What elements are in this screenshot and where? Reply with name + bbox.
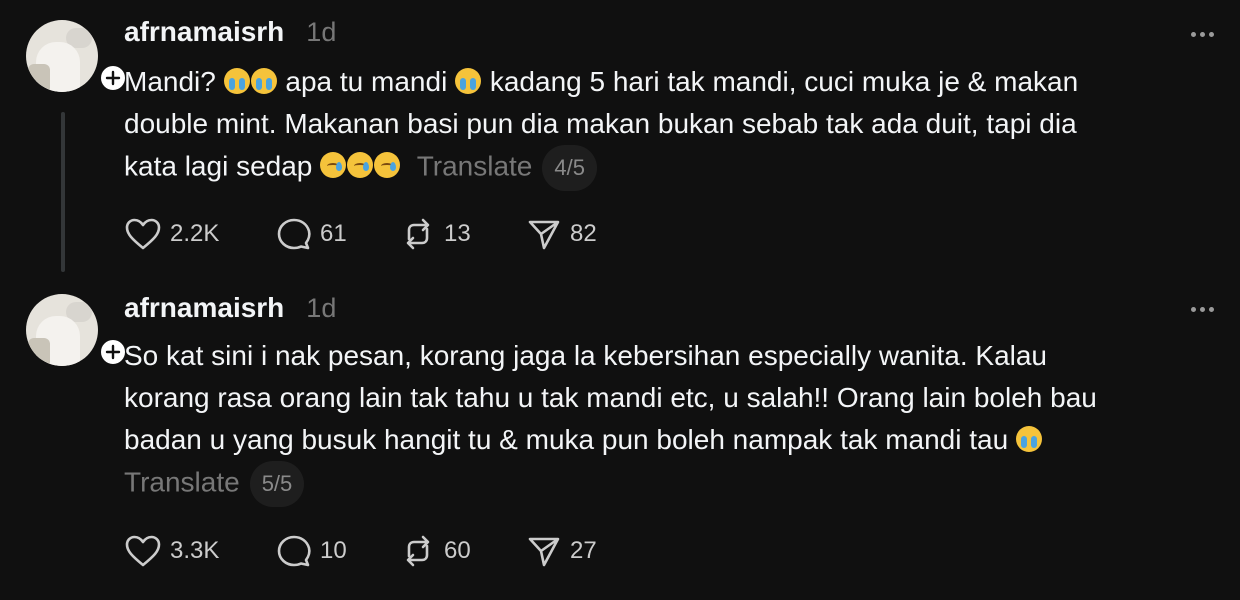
share-count: 27 xyxy=(570,537,597,564)
avatar-container[interactable] xyxy=(26,20,128,94)
post-text-segment: double mint. Makanan basi pun dia makan … xyxy=(124,108,1077,139)
username[interactable]: afrnamaisrh xyxy=(124,292,284,324)
heart-icon xyxy=(125,218,161,250)
avatar[interactable] xyxy=(26,20,98,92)
thread-connector-line xyxy=(61,112,65,272)
thread-post: afrnamaisrh 1d Mandi? apa tu mandi kadan… xyxy=(0,0,1240,290)
face-holding-back-tears-emoji xyxy=(320,152,347,179)
like-button[interactable]: 3.3K xyxy=(124,534,276,568)
comment-icon xyxy=(277,218,311,250)
post-text-segment: apa tu mandi xyxy=(285,66,448,97)
share-count: 82 xyxy=(570,220,597,247)
share-button[interactable]: 82 xyxy=(526,217,646,251)
repost-button[interactable]: 60 xyxy=(400,534,526,568)
translate-link[interactable]: Translate xyxy=(124,466,240,497)
post-text-segment: kata lagi sedap xyxy=(124,150,313,182)
heart-icon xyxy=(125,535,161,567)
avatar[interactable] xyxy=(26,294,98,366)
repost-icon xyxy=(406,535,430,567)
loudly-crying-emoji xyxy=(455,68,482,94)
reply-button[interactable]: 10 xyxy=(276,534,400,568)
post-text: Mandi? apa tu mandi kadang 5 hari tak ma… xyxy=(124,61,1204,191)
timestamp[interactable]: 1d xyxy=(306,17,336,48)
share-button[interactable]: 27 xyxy=(526,534,646,568)
timestamp[interactable]: 1d xyxy=(306,293,336,324)
face-holding-back-tears-emoji xyxy=(347,152,374,179)
post-header: afrnamaisrh 1d xyxy=(124,16,336,48)
face-holding-back-tears-emoji xyxy=(374,152,401,179)
reply-button[interactable]: 61 xyxy=(276,217,400,251)
like-count: 3.3K xyxy=(170,537,220,564)
loudly-crying-emoji xyxy=(223,68,250,94)
thread-post: afrnamaisrh 1d So kat sini i nak pesan, … xyxy=(0,290,1240,600)
action-bar: 2.2K 61 13 82 xyxy=(124,217,646,251)
page-indicator: 4/5 xyxy=(542,145,597,191)
more-options-icon[interactable] xyxy=(1191,307,1214,312)
repost-count: 60 xyxy=(444,537,471,564)
loudly-crying-emoji xyxy=(1015,426,1042,452)
comment-icon xyxy=(277,535,311,567)
translate-link[interactable]: Translate xyxy=(417,150,533,181)
post-text-segment: Mandi? xyxy=(124,66,216,97)
post-text-segment: kadang 5 hari tak mandi, cuci muka je & … xyxy=(489,66,1079,97)
loudly-crying-emoji xyxy=(250,68,277,94)
share-icon xyxy=(528,537,560,567)
username[interactable]: afrnamaisrh xyxy=(124,16,284,48)
repost-count: 13 xyxy=(444,220,471,247)
repost-button[interactable]: 13 xyxy=(400,217,526,251)
more-options-icon[interactable] xyxy=(1191,32,1214,37)
page-indicator: 5/5 xyxy=(249,461,305,507)
like-button[interactable]: 2.2K xyxy=(124,217,276,251)
repost-icon xyxy=(406,218,430,250)
post-text: So kat sini i nak pesan, korang jaga la … xyxy=(124,335,1204,507)
post-text-segment: korang rasa orang lain tak tahu u tak ma… xyxy=(124,382,1097,413)
like-count: 2.2K xyxy=(170,220,220,247)
post-text-segment: So kat sini i nak pesan, korang jaga la … xyxy=(124,340,1048,371)
post-header: afrnamaisrh 1d xyxy=(124,292,336,324)
action-bar: 3.3K 10 60 27 xyxy=(124,534,646,568)
avatar-container[interactable] xyxy=(26,294,128,368)
reply-count: 10 xyxy=(320,537,347,564)
share-icon xyxy=(528,220,560,250)
reply-count: 61 xyxy=(320,220,347,247)
post-text-segment: badan u yang busuk hangit tu & muka pun … xyxy=(124,424,1009,455)
